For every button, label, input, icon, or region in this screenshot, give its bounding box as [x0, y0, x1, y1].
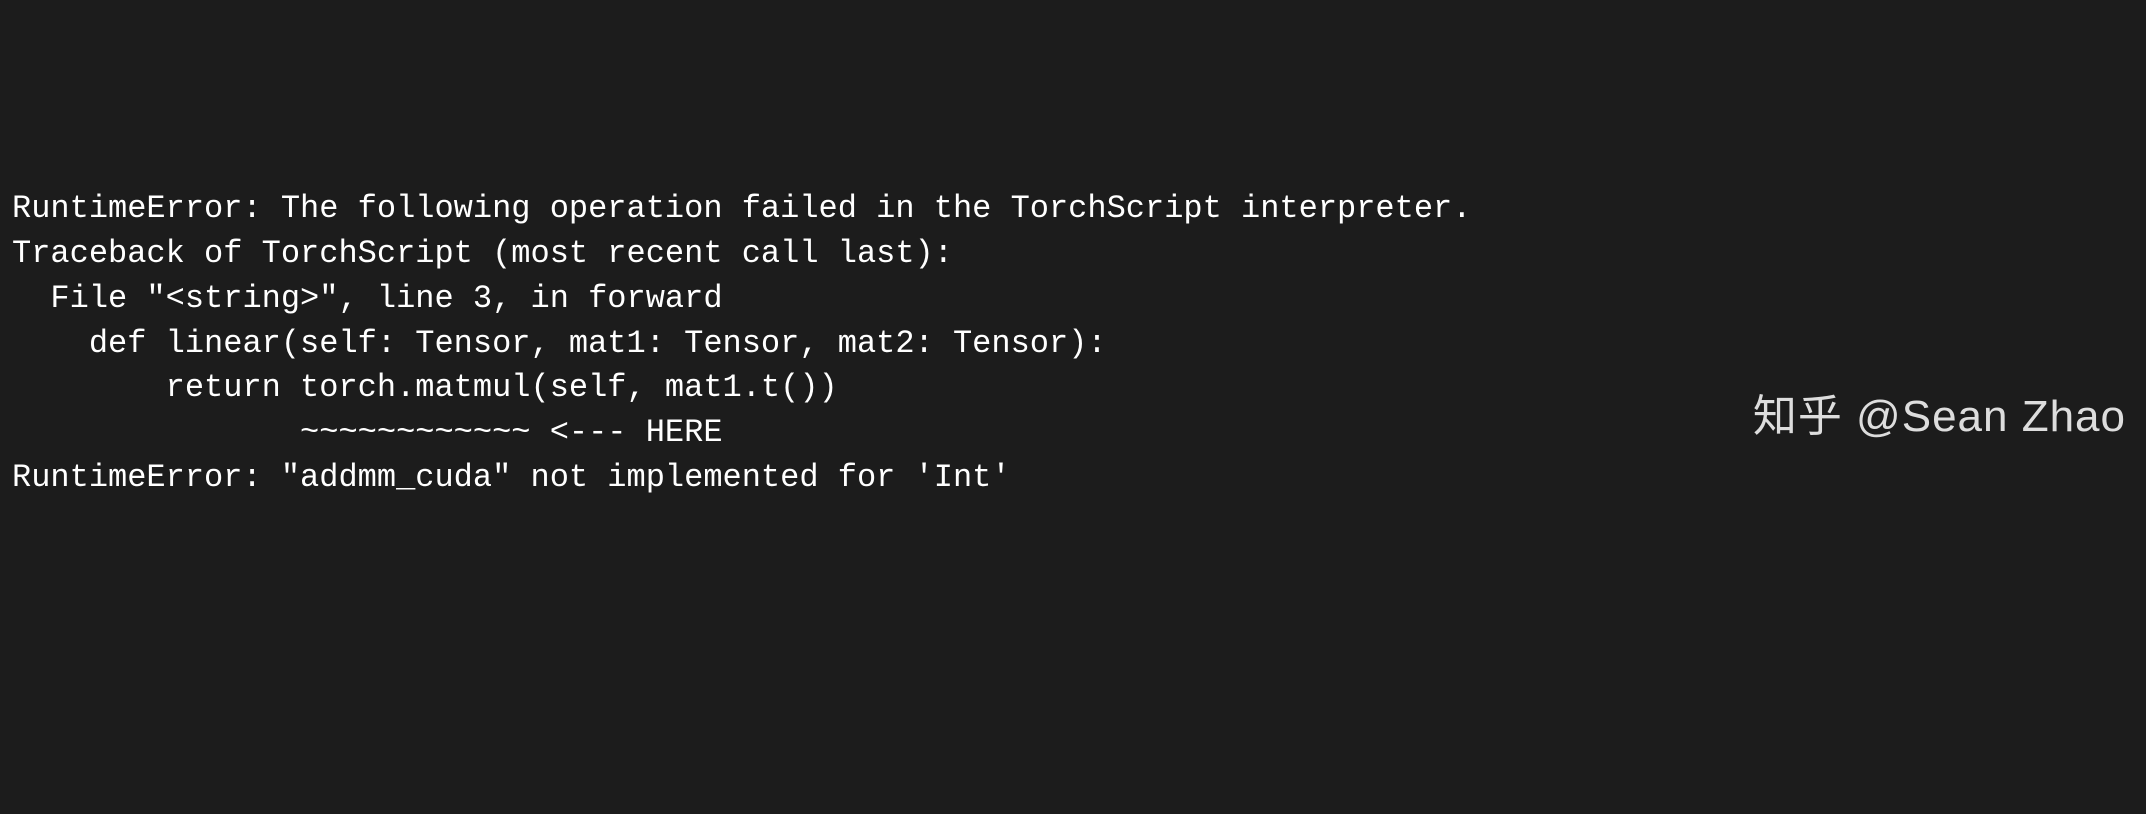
- watermark-text: 知乎 @Sean Zhao: [1753, 386, 2126, 448]
- error-line-2: RuntimeError: "addmm_cuda" not implement…: [12, 456, 2134, 501]
- error-line-1: RuntimeError: The following operation fa…: [12, 187, 2134, 232]
- code-def-line: def linear(self: Tensor, mat1: Tensor, m…: [12, 322, 2134, 367]
- terminal-output: RuntimeError: The following operation fa…: [12, 187, 2134, 501]
- file-location: File "<string>", line 3, in forward: [12, 277, 2134, 322]
- traceback-header: Traceback of TorchScript (most recent ca…: [12, 232, 2134, 277]
